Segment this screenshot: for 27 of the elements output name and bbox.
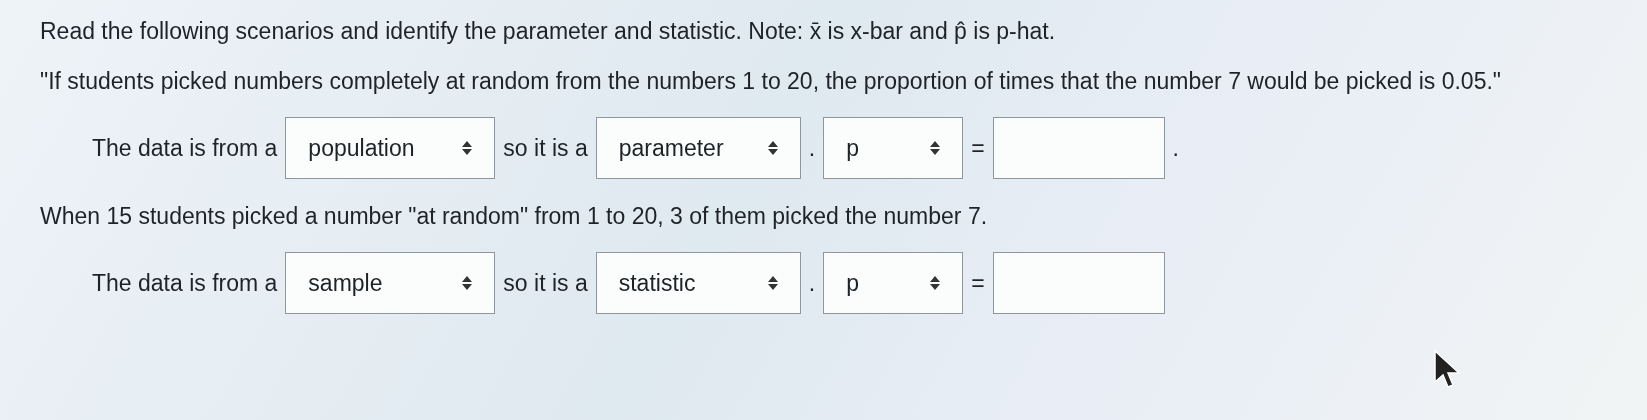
source-dropdown[interactable]: population (285, 117, 496, 179)
instructions: Read the following scenarios and identify the parameter and statistic. Note: x̄ is x-bar and p̂ is p-hat. (40, 17, 1057, 46)
sort-caret-icon (462, 141, 473, 155)
sort-caret-icon (767, 276, 778, 290)
prompt-text: The data is from a (92, 269, 278, 297)
equals-sign: = (971, 269, 985, 297)
answer-field[interactable] (992, 117, 1165, 179)
sort-caret-icon (930, 276, 941, 290)
measure-dropdown[interactable]: statistic (595, 252, 801, 314)
mouse-pointer-icon (1434, 350, 1460, 388)
symbol-dropdown[interactable]: p (823, 117, 964, 179)
period-text: . (1172, 134, 1179, 162)
separator-text: . (808, 269, 816, 297)
symbol-dropdown[interactable]: p (823, 252, 964, 314)
sort-caret-icon (767, 141, 778, 155)
separator-text: . (808, 134, 816, 162)
sort-caret-icon (462, 276, 473, 290)
answer-field[interactable] (992, 252, 1165, 314)
prompt-text: so it is a (503, 269, 588, 297)
measure-dropdown[interactable]: parameter (595, 117, 801, 179)
sort-caret-icon (930, 141, 941, 155)
equals-sign: = (971, 134, 985, 162)
scenario-text: "If students picked numbers completely at random from the numbers 1 to 20, the proportion of times that the number 7 would be picked is 0.05." (40, 67, 1502, 96)
prompt-text: so it is a (503, 134, 588, 162)
source-dropdown[interactable]: sample (285, 252, 496, 314)
prompt-text: The data is from a (92, 134, 278, 162)
scenario-text: When 15 students picked a number "at random" from 1 to 20, 3 of them picked the number 7. (40, 202, 989, 231)
